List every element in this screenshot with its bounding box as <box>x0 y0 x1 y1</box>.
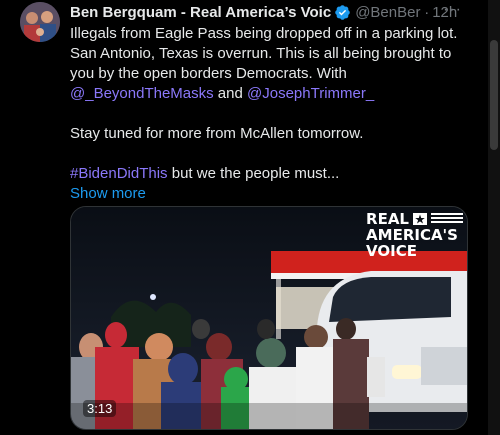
logo-text-2: AMERICA'S <box>366 226 458 244</box>
video-player[interactable]: REAL AMERICA'S VOICE 3:13 <box>70 206 468 430</box>
tweet-header: Ben Bergquam - Real America’s Voic @BenB… <box>70 2 490 22</box>
mention-link[interactable]: @_BeyondTheMasks <box>70 85 214 102</box>
logo-text-3: VOICE <box>366 242 417 260</box>
channel-logo: REAL AMERICA'S VOICE <box>366 211 463 259</box>
verified-badge-icon <box>335 4 350 20</box>
avatar[interactable] <box>20 2 60 42</box>
author-name[interactable]: Ben Bergquam - Real America’s Voic <box>70 4 331 21</box>
hashtag-link[interactable]: #BidenDidThis <box>70 165 168 182</box>
separator-dot: · <box>424 3 430 21</box>
tweet-text-part: and <box>213 85 248 102</box>
tweet-text-part: Illegals from Eagle Pass being dropped o… <box>70 25 458 82</box>
author-handle[interactable]: @BenBerg <box>355 4 421 21</box>
tweet[interactable]: Ben Bergquam - Real America’s Voic @BenB… <box>0 0 500 435</box>
stripes-icon <box>431 213 463 223</box>
mention-link[interactable]: @JosephTrimmer_ <box>247 85 374 102</box>
more-options-icon[interactable]: ··· <box>443 1 462 19</box>
tweet-paragraph-1: Illegals from Eagle Pass being dropped o… <box>70 24 478 104</box>
tweet-text-part: but we the people must... <box>167 165 340 182</box>
star-flag-icon <box>413 213 427 225</box>
tweet-paragraph-3: #BidenDidThis but we the people must... <box>70 164 478 184</box>
video-duration: 3:13 <box>83 400 117 417</box>
tweet-paragraph-2: Stay tuned for more from McAllen tomorro… <box>70 125 364 142</box>
show-more-link[interactable]: Show more <box>70 184 478 204</box>
tweet-text: Illegals from Eagle Pass being dropped o… <box>70 24 478 204</box>
logo-text-1: REAL <box>366 210 409 228</box>
scrollbar-thumb[interactable] <box>490 40 498 150</box>
scrollbar[interactable] <box>488 0 500 435</box>
